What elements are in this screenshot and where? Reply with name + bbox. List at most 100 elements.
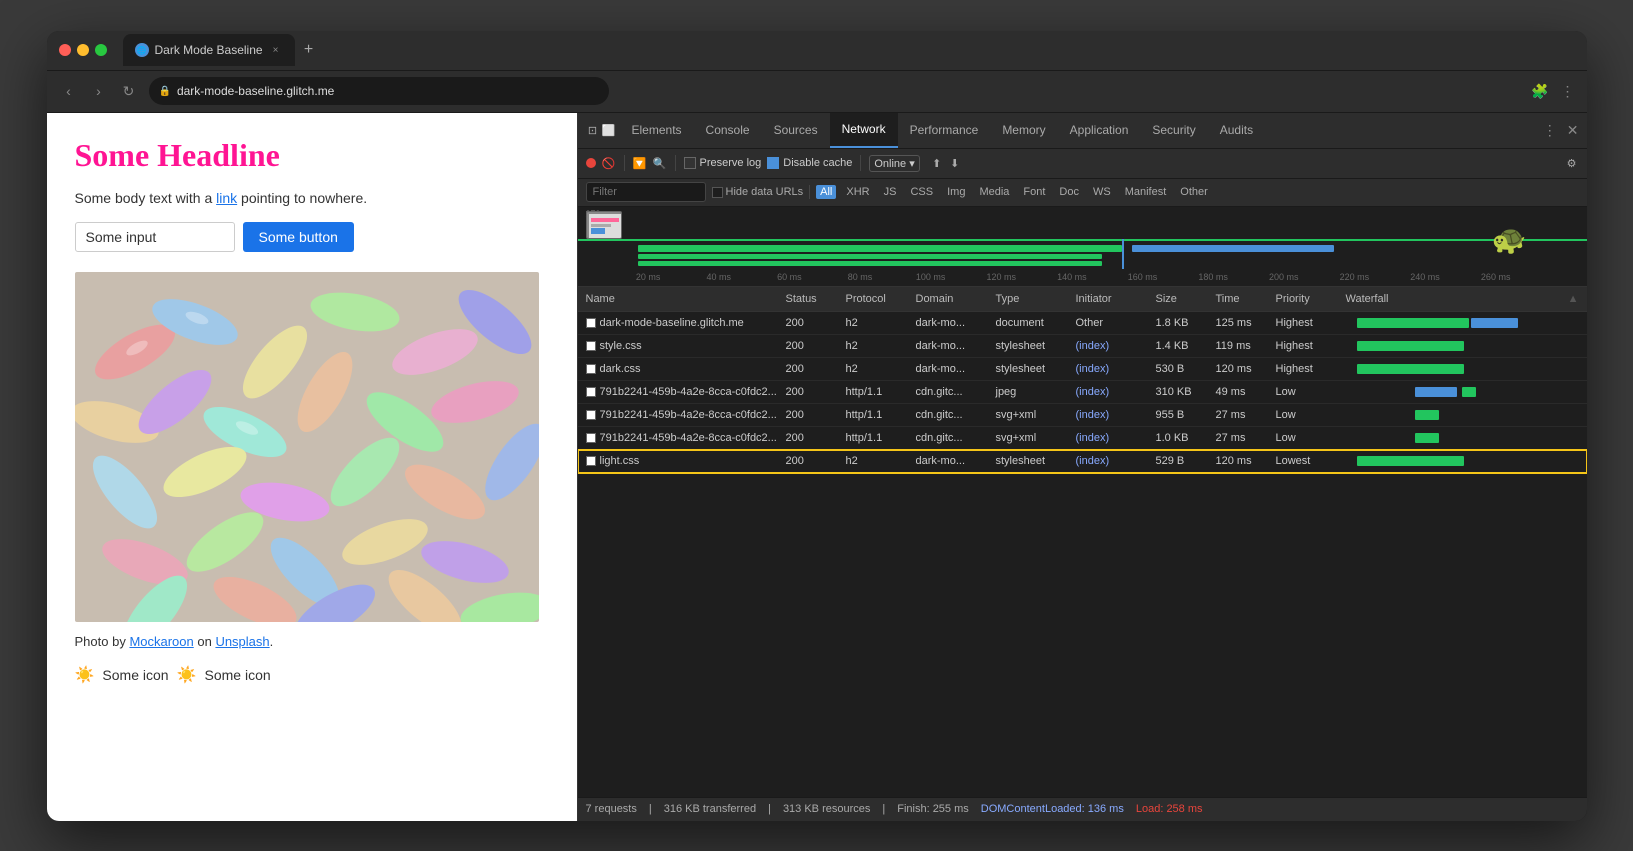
tab-close-button[interactable]: × [269, 43, 283, 57]
status-sep-1: | [649, 803, 652, 815]
filter-media[interactable]: Media [975, 185, 1013, 199]
preserve-log-cb[interactable] [684, 157, 696, 169]
tab-console[interactable]: Console [694, 113, 762, 149]
some-button[interactable]: Some button [243, 222, 354, 252]
tab-application[interactable]: Application [1058, 113, 1141, 149]
td-domain-2: dark-mo... [908, 361, 988, 377]
table-row[interactable]: 791b2241-459b-4a2e-8cca-c0fdc2... 200 ht… [578, 381, 1587, 404]
td-name-0: dark-mode-baseline.glitch.me [578, 315, 778, 331]
filter-css[interactable]: CSS [906, 185, 937, 199]
toolbar-separator-1 [624, 155, 625, 171]
new-tab-button[interactable]: + [295, 36, 323, 64]
filter-icon[interactable]: 🔽 [633, 156, 647, 170]
reload-button[interactable]: ↻ [119, 83, 139, 100]
address-field[interactable]: 🔒 dark-mode-baseline.glitch.me [149, 77, 609, 105]
extensions-icon[interactable]: 🧩 [1531, 83, 1548, 100]
file-icon-2 [586, 364, 596, 374]
tab-performance[interactable]: Performance [898, 113, 991, 149]
td-initiator-0: Other [1068, 315, 1148, 331]
filter-doc[interactable]: Doc [1055, 185, 1083, 199]
devtools-more-icon[interactable]: ⋮ [1543, 122, 1557, 139]
filter-manifest[interactable]: Manifest [1121, 185, 1171, 199]
tab-bar: 🌐 Dark Mode Baseline × + [123, 34, 1575, 66]
td-domain-3: cdn.gitc... [908, 384, 988, 400]
th-initiator: Initiator [1068, 291, 1148, 307]
tab-audits[interactable]: Audits [1208, 113, 1265, 149]
upload-icon[interactable]: ⬆ [930, 156, 944, 170]
filter-xhr[interactable]: XHR [842, 185, 873, 199]
table-row[interactable]: dark.css 200 h2 dark-mo... stylesheet (i… [578, 358, 1587, 381]
td-waterfall-6 [1338, 453, 1587, 469]
preserve-log-checkbox[interactable]: Preserve log [684, 157, 762, 169]
time-markers: 20 ms 40 ms 60 ms 80 ms 100 ms 120 ms 14… [578, 268, 1587, 286]
timeline-current-line [1122, 239, 1124, 269]
throttle-select[interactable]: Online ▾ [869, 155, 919, 172]
minimize-traffic-light[interactable] [77, 44, 89, 56]
devtools-tab-actions: ⋮ ✕ [1543, 122, 1579, 139]
hide-data-urls-checkbox[interactable]: Hide data URLs [712, 186, 804, 198]
td-domain-1: dark-mo... [908, 338, 988, 354]
traffic-lights [59, 44, 107, 56]
td-protocol-0: h2 [838, 315, 908, 331]
disable-cache-checkbox[interactable]: Disable cache [767, 157, 852, 169]
address-bar: ‹ › ↻ 🔒 dark-mode-baseline.glitch.me 🧩 ⋮ [47, 71, 1587, 113]
filter-input[interactable] [586, 182, 706, 202]
disable-cache-cb[interactable] [767, 157, 779, 169]
search-icon[interactable]: 🔍 [653, 156, 667, 170]
td-domain-5: cdn.gitc... [908, 430, 988, 446]
download-icon[interactable]: ⬇ [948, 156, 962, 170]
mockaroon-link[interactable]: Mockaroon [129, 634, 193, 649]
table-row[interactable]: dark-mode-baseline.glitch.me 200 h2 dark… [578, 312, 1587, 335]
table-header: Name Status Protocol Domain Type Initiat… [578, 287, 1587, 312]
table-row[interactable]: style.css 200 h2 dark-mo... stylesheet (… [578, 335, 1587, 358]
input-row: Some button [75, 222, 549, 252]
timeline-area: 279 ms [578, 207, 1587, 287]
filter-all[interactable]: All [816, 185, 836, 199]
td-waterfall-0 [1338, 315, 1587, 331]
body-text-before: Some body text with a [75, 190, 217, 206]
devtools-cursor-icon[interactable]: ⊡ [586, 123, 600, 137]
table-row[interactable]: 791b2241-459b-4a2e-8cca-c0fdc2... 200 ht… [578, 427, 1587, 450]
td-name-3: 791b2241-459b-4a2e-8cca-c0fdc2... [578, 384, 778, 400]
th-name: Name [578, 291, 778, 307]
forward-button[interactable]: › [89, 83, 109, 99]
status-resources: 313 KB resources [783, 803, 870, 815]
td-status-6: 200 [778, 453, 838, 469]
table-row[interactable]: 791b2241-459b-4a2e-8cca-c0fdc2... 200 ht… [578, 404, 1587, 427]
filter-other[interactable]: Other [1176, 185, 1212, 199]
back-button[interactable]: ‹ [59, 83, 79, 99]
close-traffic-light[interactable] [59, 44, 71, 56]
unsplash-link[interactable]: Unsplash [215, 634, 269, 649]
maximize-traffic-light[interactable] [95, 44, 107, 56]
td-initiator-5: (index) [1068, 430, 1148, 446]
settings-icon[interactable]: ⚙ [1565, 156, 1579, 170]
td-size-6: 529 B [1148, 453, 1208, 469]
photo-credit: Photo by Mockaroon on Unsplash. [75, 634, 549, 649]
td-size-3: 310 KB [1148, 384, 1208, 400]
tl-bar-2 [638, 254, 1102, 259]
tab-elements[interactable]: Elements [620, 113, 694, 149]
devtools-responsive-icon[interactable]: ⬜ [602, 123, 616, 137]
active-tab[interactable]: 🌐 Dark Mode Baseline × [123, 34, 295, 66]
table-row-highlighted[interactable]: light.css 200 h2 dark-mo... stylesheet (… [578, 450, 1587, 473]
body-link[interactable]: link [216, 190, 237, 206]
devtools-close-icon[interactable]: ✕ [1567, 122, 1579, 139]
td-initiator-4: (index) [1068, 407, 1148, 423]
filter-img[interactable]: Img [943, 185, 969, 199]
td-initiator-1: (index) [1068, 338, 1148, 354]
filter-js[interactable]: JS [880, 185, 901, 199]
file-icon-5 [586, 433, 596, 443]
tab-memory[interactable]: Memory [990, 113, 1057, 149]
td-priority-0: Highest [1268, 315, 1338, 331]
browser-window: 🌐 Dark Mode Baseline × + ‹ › ↻ 🔒 dark-mo… [47, 31, 1587, 821]
clear-icon[interactable]: 🚫 [602, 156, 616, 170]
filter-ws[interactable]: WS [1089, 185, 1115, 199]
tab-sources[interactable]: Sources [762, 113, 830, 149]
td-type-5: svg+xml [988, 430, 1068, 446]
record-button[interactable] [586, 158, 596, 168]
more-menu-icon[interactable]: ⋮ [1561, 83, 1575, 100]
filter-font[interactable]: Font [1019, 185, 1049, 199]
tab-network[interactable]: Network [830, 113, 898, 149]
tab-security[interactable]: Security [1140, 113, 1207, 149]
some-input[interactable] [75, 222, 235, 252]
